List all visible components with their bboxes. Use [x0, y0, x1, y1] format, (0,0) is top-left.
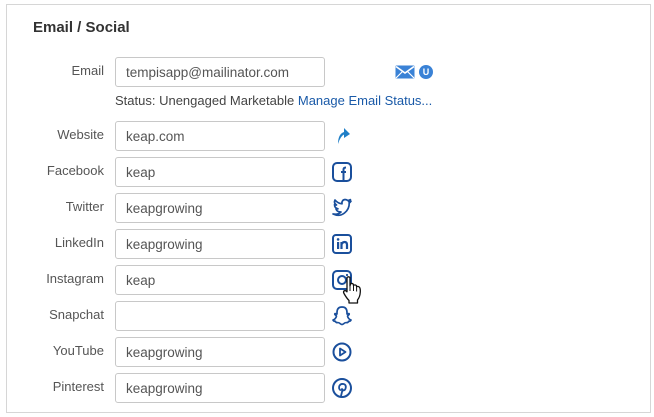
instagram-label: Instagram	[46, 271, 104, 286]
pinterest-label: Pinterest	[52, 379, 104, 394]
twitter-field[interactable]	[115, 193, 325, 223]
website-row: Website	[7, 121, 650, 151]
facebook-label: Facebook	[46, 163, 104, 178]
email-status: Status: Unengaged Marketable Manage Emai…	[115, 93, 432, 108]
website-field[interactable]	[115, 121, 325, 151]
pinterest-field[interactable]	[115, 373, 325, 403]
envelope-icon[interactable]	[395, 65, 415, 79]
twitter-icon[interactable]	[330, 196, 354, 220]
manage-email-status-link[interactable]: Manage Email Status...	[298, 93, 432, 108]
instagram-icon[interactable]	[330, 268, 354, 292]
snapchat-label: Snapchat	[49, 307, 104, 322]
facebook-row: Facebook	[7, 157, 650, 187]
facebook-icon[interactable]	[330, 160, 354, 184]
pinterest-icon[interactable]	[330, 376, 354, 400]
email-status-text: Status: Unengaged Marketable	[115, 93, 295, 108]
twitter-row: Twitter	[7, 193, 650, 223]
email-field[interactable]	[115, 57, 325, 87]
facebook-field[interactable]	[115, 157, 325, 187]
youtube-row: YouTube	[7, 337, 650, 367]
youtube-field[interactable]	[115, 337, 325, 367]
email-label: Email	[71, 63, 104, 78]
youtube-label: YouTube	[52, 343, 104, 358]
engagement-badge[interactable]: U	[419, 65, 433, 79]
go-arrow-icon[interactable]	[330, 124, 354, 148]
twitter-label: Twitter	[65, 199, 104, 214]
website-label: Website	[57, 127, 104, 142]
snapchat-field[interactable]	[115, 301, 325, 331]
snapchat-icon[interactable]	[330, 304, 354, 328]
linkedin-row: LinkedIn	[7, 229, 650, 259]
email-row: Email	[7, 57, 650, 87]
pinterest-row: Pinterest	[7, 373, 650, 403]
section-title: Email / Social	[33, 19, 130, 36]
linkedin-field[interactable]	[115, 229, 325, 259]
instagram-field[interactable]	[115, 265, 325, 295]
email-social-panel: Email / Social Email U Status: Unengaged…	[6, 4, 651, 413]
youtube-icon[interactable]	[330, 340, 354, 364]
linkedin-label: LinkedIn	[54, 235, 104, 250]
linkedin-icon[interactable]	[330, 232, 354, 256]
snapchat-row: Snapchat	[7, 301, 650, 331]
instagram-row: Instagram	[7, 265, 650, 295]
